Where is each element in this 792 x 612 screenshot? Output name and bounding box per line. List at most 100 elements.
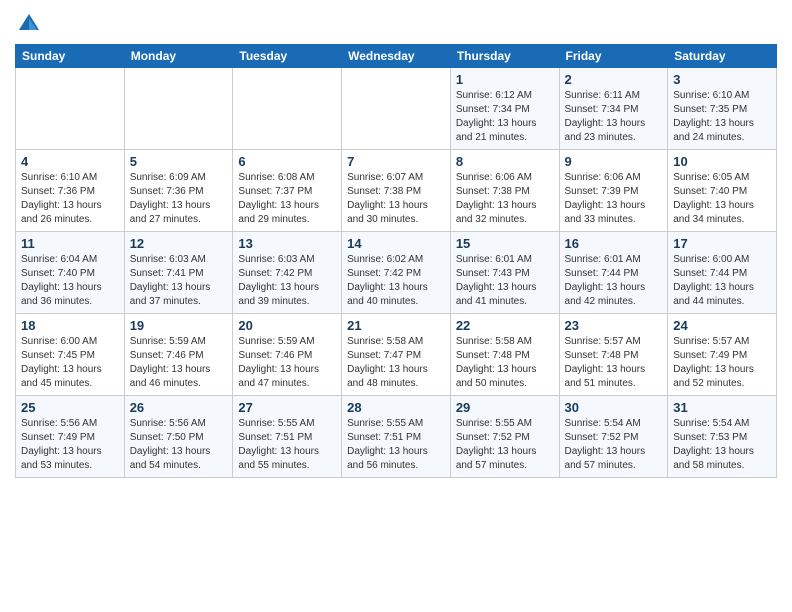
calendar-cell: 9 Sunrise: 6:06 AM Sunset: 7:39 PM Daylig… — [559, 150, 668, 232]
day-number: 17 — [673, 236, 771, 251]
calendar-week-row: 11Sunrise: 6:04 AM Sunset: 7:40 PM Dayli… — [16, 232, 777, 314]
weekday-header: Monday — [124, 45, 233, 68]
calendar-cell: 6 Sunrise: 6:08 AM Sunset: 7:37 PM Daylig… — [233, 150, 342, 232]
day-info: Sunrise: 5:56 AM Sunset: 7:50 PM Dayligh… — [130, 417, 228, 473]
day-number: 31 — [673, 400, 771, 415]
day-number: 3 — [673, 72, 771, 87]
day-info: Sunrise: 6:02 AM Sunset: 7:42 PM Dayligh… — [347, 253, 445, 309]
day-info: Sunrise: 6:12 AM Sunset: 7:34 PM Dayligh… — [456, 89, 554, 145]
day-info: Sunrise: 6:03 AM Sunset: 7:41 PM Dayligh… — [130, 253, 228, 309]
weekday-header: Thursday — [450, 45, 559, 68]
calendar-cell: 12 Sunrise: 6:03 AM Sunset: 7:41 PM Dayli… — [124, 232, 233, 314]
day-info: Sunrise: 5:59 AM Sunset: 7:46 PM Dayligh… — [130, 335, 228, 391]
calendar-cell: 21 Sunrise: 5:58 AM Sunset: 7:47 PM Dayli… — [342, 314, 451, 396]
day-info: Sunrise: 6:01 AM Sunset: 7:43 PM Dayligh… — [456, 253, 554, 309]
day-info: Sunrise: 6:06 AM Sunset: 7:38 PM Dayligh… — [456, 171, 554, 227]
calendar-cell: 23 Sunrise: 5:57 AM Sunset: 7:48 PM Dayli… — [559, 314, 668, 396]
calendar-cell — [124, 68, 233, 150]
calendar-cell: 13Sunrise: 6:03 AM Sunset: 7:42 PM Dayli… — [233, 232, 342, 314]
calendar-cell: 28 Sunrise: 5:55 AM Sunset: 7:51 PM Dayli… — [342, 396, 451, 478]
calendar-cell: 11Sunrise: 6:04 AM Sunset: 7:40 PM Dayli… — [16, 232, 125, 314]
day-info: Sunrise: 5:57 AM Sunset: 7:49 PM Dayligh… — [673, 335, 771, 391]
calendar-cell: 25Sunrise: 5:56 AM Sunset: 7:49 PM Dayli… — [16, 396, 125, 478]
calendar-cell — [233, 68, 342, 150]
day-info: Sunrise: 6:00 AM Sunset: 7:44 PM Dayligh… — [673, 253, 771, 309]
day-number: 2 — [565, 72, 663, 87]
calendar-cell: 2Sunrise: 6:11 AM Sunset: 7:34 PM Daylig… — [559, 68, 668, 150]
day-number: 23 — [565, 318, 663, 333]
calendar-cell: 22Sunrise: 5:58 AM Sunset: 7:48 PM Dayli… — [450, 314, 559, 396]
calendar-cell: 3 Sunrise: 6:10 AM Sunset: 7:35 PM Daylig… — [668, 68, 777, 150]
day-info: Sunrise: 6:07 AM Sunset: 7:38 PM Dayligh… — [347, 171, 445, 227]
day-info: Sunrise: 5:54 AM Sunset: 7:52 PM Dayligh… — [565, 417, 663, 473]
day-number: 25 — [21, 400, 119, 415]
calendar-cell — [342, 68, 451, 150]
day-number: 4 — [21, 154, 119, 169]
day-number: 6 — [238, 154, 336, 169]
day-number: 20 — [238, 318, 336, 333]
calendar-cell: 30 Sunrise: 5:54 AM Sunset: 7:52 PM Dayli… — [559, 396, 668, 478]
day-number: 24 — [673, 318, 771, 333]
day-number: 8 — [456, 154, 554, 169]
calendar-cell: 7 Sunrise: 6:07 AM Sunset: 7:38 PM Daylig… — [342, 150, 451, 232]
day-number: 9 — [565, 154, 663, 169]
day-number: 27 — [238, 400, 336, 415]
calendar-cell: 19 Sunrise: 5:59 AM Sunset: 7:46 PM Dayli… — [124, 314, 233, 396]
day-number: 7 — [347, 154, 445, 169]
day-number: 26 — [130, 400, 228, 415]
day-number: 16 — [565, 236, 663, 251]
day-info: Sunrise: 6:10 AM Sunset: 7:35 PM Dayligh… — [673, 89, 771, 145]
day-number: 29 — [456, 400, 554, 415]
calendar-cell: 24 Sunrise: 5:57 AM Sunset: 7:49 PM Dayli… — [668, 314, 777, 396]
weekday-header: Wednesday — [342, 45, 451, 68]
calendar-cell: 20Sunrise: 5:59 AM Sunset: 7:46 PM Dayli… — [233, 314, 342, 396]
calendar-cell: 5 Sunrise: 6:09 AM Sunset: 7:36 PM Daylig… — [124, 150, 233, 232]
calendar-cell — [16, 68, 125, 150]
day-info: Sunrise: 6:08 AM Sunset: 7:37 PM Dayligh… — [238, 171, 336, 227]
day-number: 15 — [456, 236, 554, 251]
header — [15, 10, 777, 38]
day-info: Sunrise: 6:06 AM Sunset: 7:39 PM Dayligh… — [565, 171, 663, 227]
day-number: 19 — [130, 318, 228, 333]
calendar-table: SundayMondayTuesdayWednesdayThursdayFrid… — [15, 44, 777, 478]
calendar-header: SundayMondayTuesdayWednesdayThursdayFrid… — [16, 45, 777, 68]
weekday-header: Sunday — [16, 45, 125, 68]
logo-icon — [15, 10, 43, 38]
day-number: 28 — [347, 400, 445, 415]
day-number: 21 — [347, 318, 445, 333]
day-info: Sunrise: 5:57 AM Sunset: 7:48 PM Dayligh… — [565, 335, 663, 391]
day-info: Sunrise: 6:09 AM Sunset: 7:36 PM Dayligh… — [130, 171, 228, 227]
day-number: 10 — [673, 154, 771, 169]
calendar-cell: 18 Sunrise: 6:00 AM Sunset: 7:45 PM Dayli… — [16, 314, 125, 396]
calendar-cell: 1 Sunrise: 6:12 AM Sunset: 7:34 PM Daylig… — [450, 68, 559, 150]
calendar-cell: 10Sunrise: 6:05 AM Sunset: 7:40 PM Dayli… — [668, 150, 777, 232]
calendar-week-row: 25Sunrise: 5:56 AM Sunset: 7:49 PM Dayli… — [16, 396, 777, 478]
weekday-header: Friday — [559, 45, 668, 68]
calendar-cell: 27Sunrise: 5:55 AM Sunset: 7:51 PM Dayli… — [233, 396, 342, 478]
day-info: Sunrise: 6:01 AM Sunset: 7:44 PM Dayligh… — [565, 253, 663, 309]
calendar-week-row: 4 Sunrise: 6:10 AM Sunset: 7:36 PM Daylig… — [16, 150, 777, 232]
weekday-header: Tuesday — [233, 45, 342, 68]
calendar-cell: 8 Sunrise: 6:06 AM Sunset: 7:38 PM Daylig… — [450, 150, 559, 232]
day-number: 30 — [565, 400, 663, 415]
calendar-cell: 29 Sunrise: 5:55 AM Sunset: 7:52 PM Dayli… — [450, 396, 559, 478]
day-info: Sunrise: 6:00 AM Sunset: 7:45 PM Dayligh… — [21, 335, 119, 391]
day-info: Sunrise: 5:55 AM Sunset: 7:52 PM Dayligh… — [456, 417, 554, 473]
calendar-cell: 16 Sunrise: 6:01 AM Sunset: 7:44 PM Dayli… — [559, 232, 668, 314]
day-number: 5 — [130, 154, 228, 169]
day-info: Sunrise: 5:55 AM Sunset: 7:51 PM Dayligh… — [347, 417, 445, 473]
calendar-cell: 15 Sunrise: 6:01 AM Sunset: 7:43 PM Dayli… — [450, 232, 559, 314]
calendar-cell: 4 Sunrise: 6:10 AM Sunset: 7:36 PM Daylig… — [16, 150, 125, 232]
calendar-week-row: 1 Sunrise: 6:12 AM Sunset: 7:34 PM Daylig… — [16, 68, 777, 150]
day-number: 1 — [456, 72, 554, 87]
calendar-cell: 17 Sunrise: 6:00 AM Sunset: 7:44 PM Dayli… — [668, 232, 777, 314]
day-number: 12 — [130, 236, 228, 251]
page: SundayMondayTuesdayWednesdayThursdayFrid… — [0, 0, 792, 488]
calendar-week-row: 18 Sunrise: 6:00 AM Sunset: 7:45 PM Dayli… — [16, 314, 777, 396]
calendar-body: 1 Sunrise: 6:12 AM Sunset: 7:34 PM Daylig… — [16, 68, 777, 478]
day-info: Sunrise: 5:58 AM Sunset: 7:47 PM Dayligh… — [347, 335, 445, 391]
day-number: 18 — [21, 318, 119, 333]
day-number: 22 — [456, 318, 554, 333]
calendar-cell: 26 Sunrise: 5:56 AM Sunset: 7:50 PM Dayli… — [124, 396, 233, 478]
day-info: Sunrise: 6:10 AM Sunset: 7:36 PM Dayligh… — [21, 171, 119, 227]
